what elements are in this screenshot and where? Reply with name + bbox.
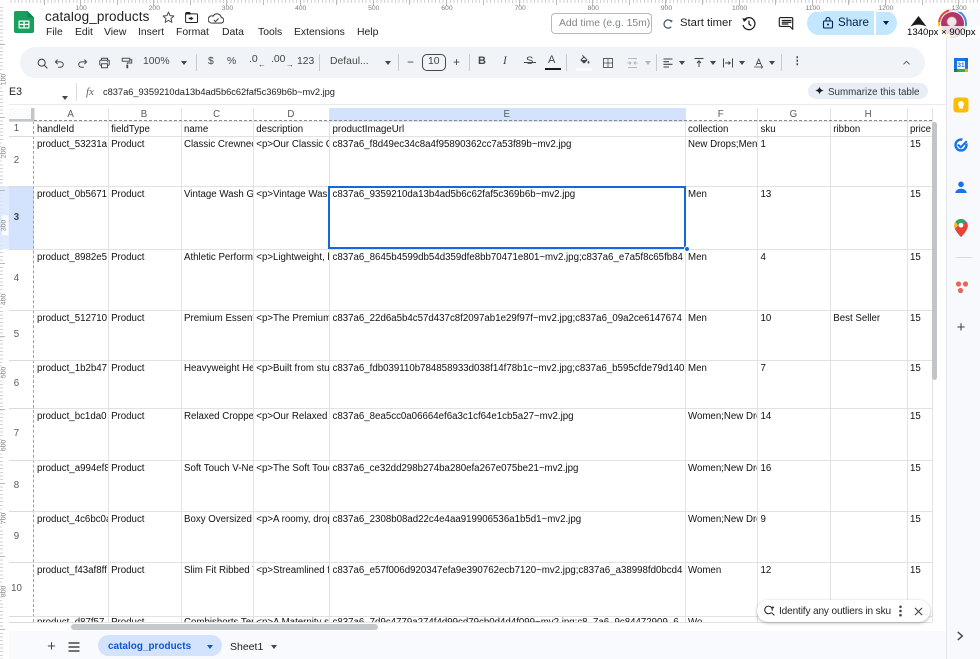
svg-text:31: 31 xyxy=(957,62,965,69)
